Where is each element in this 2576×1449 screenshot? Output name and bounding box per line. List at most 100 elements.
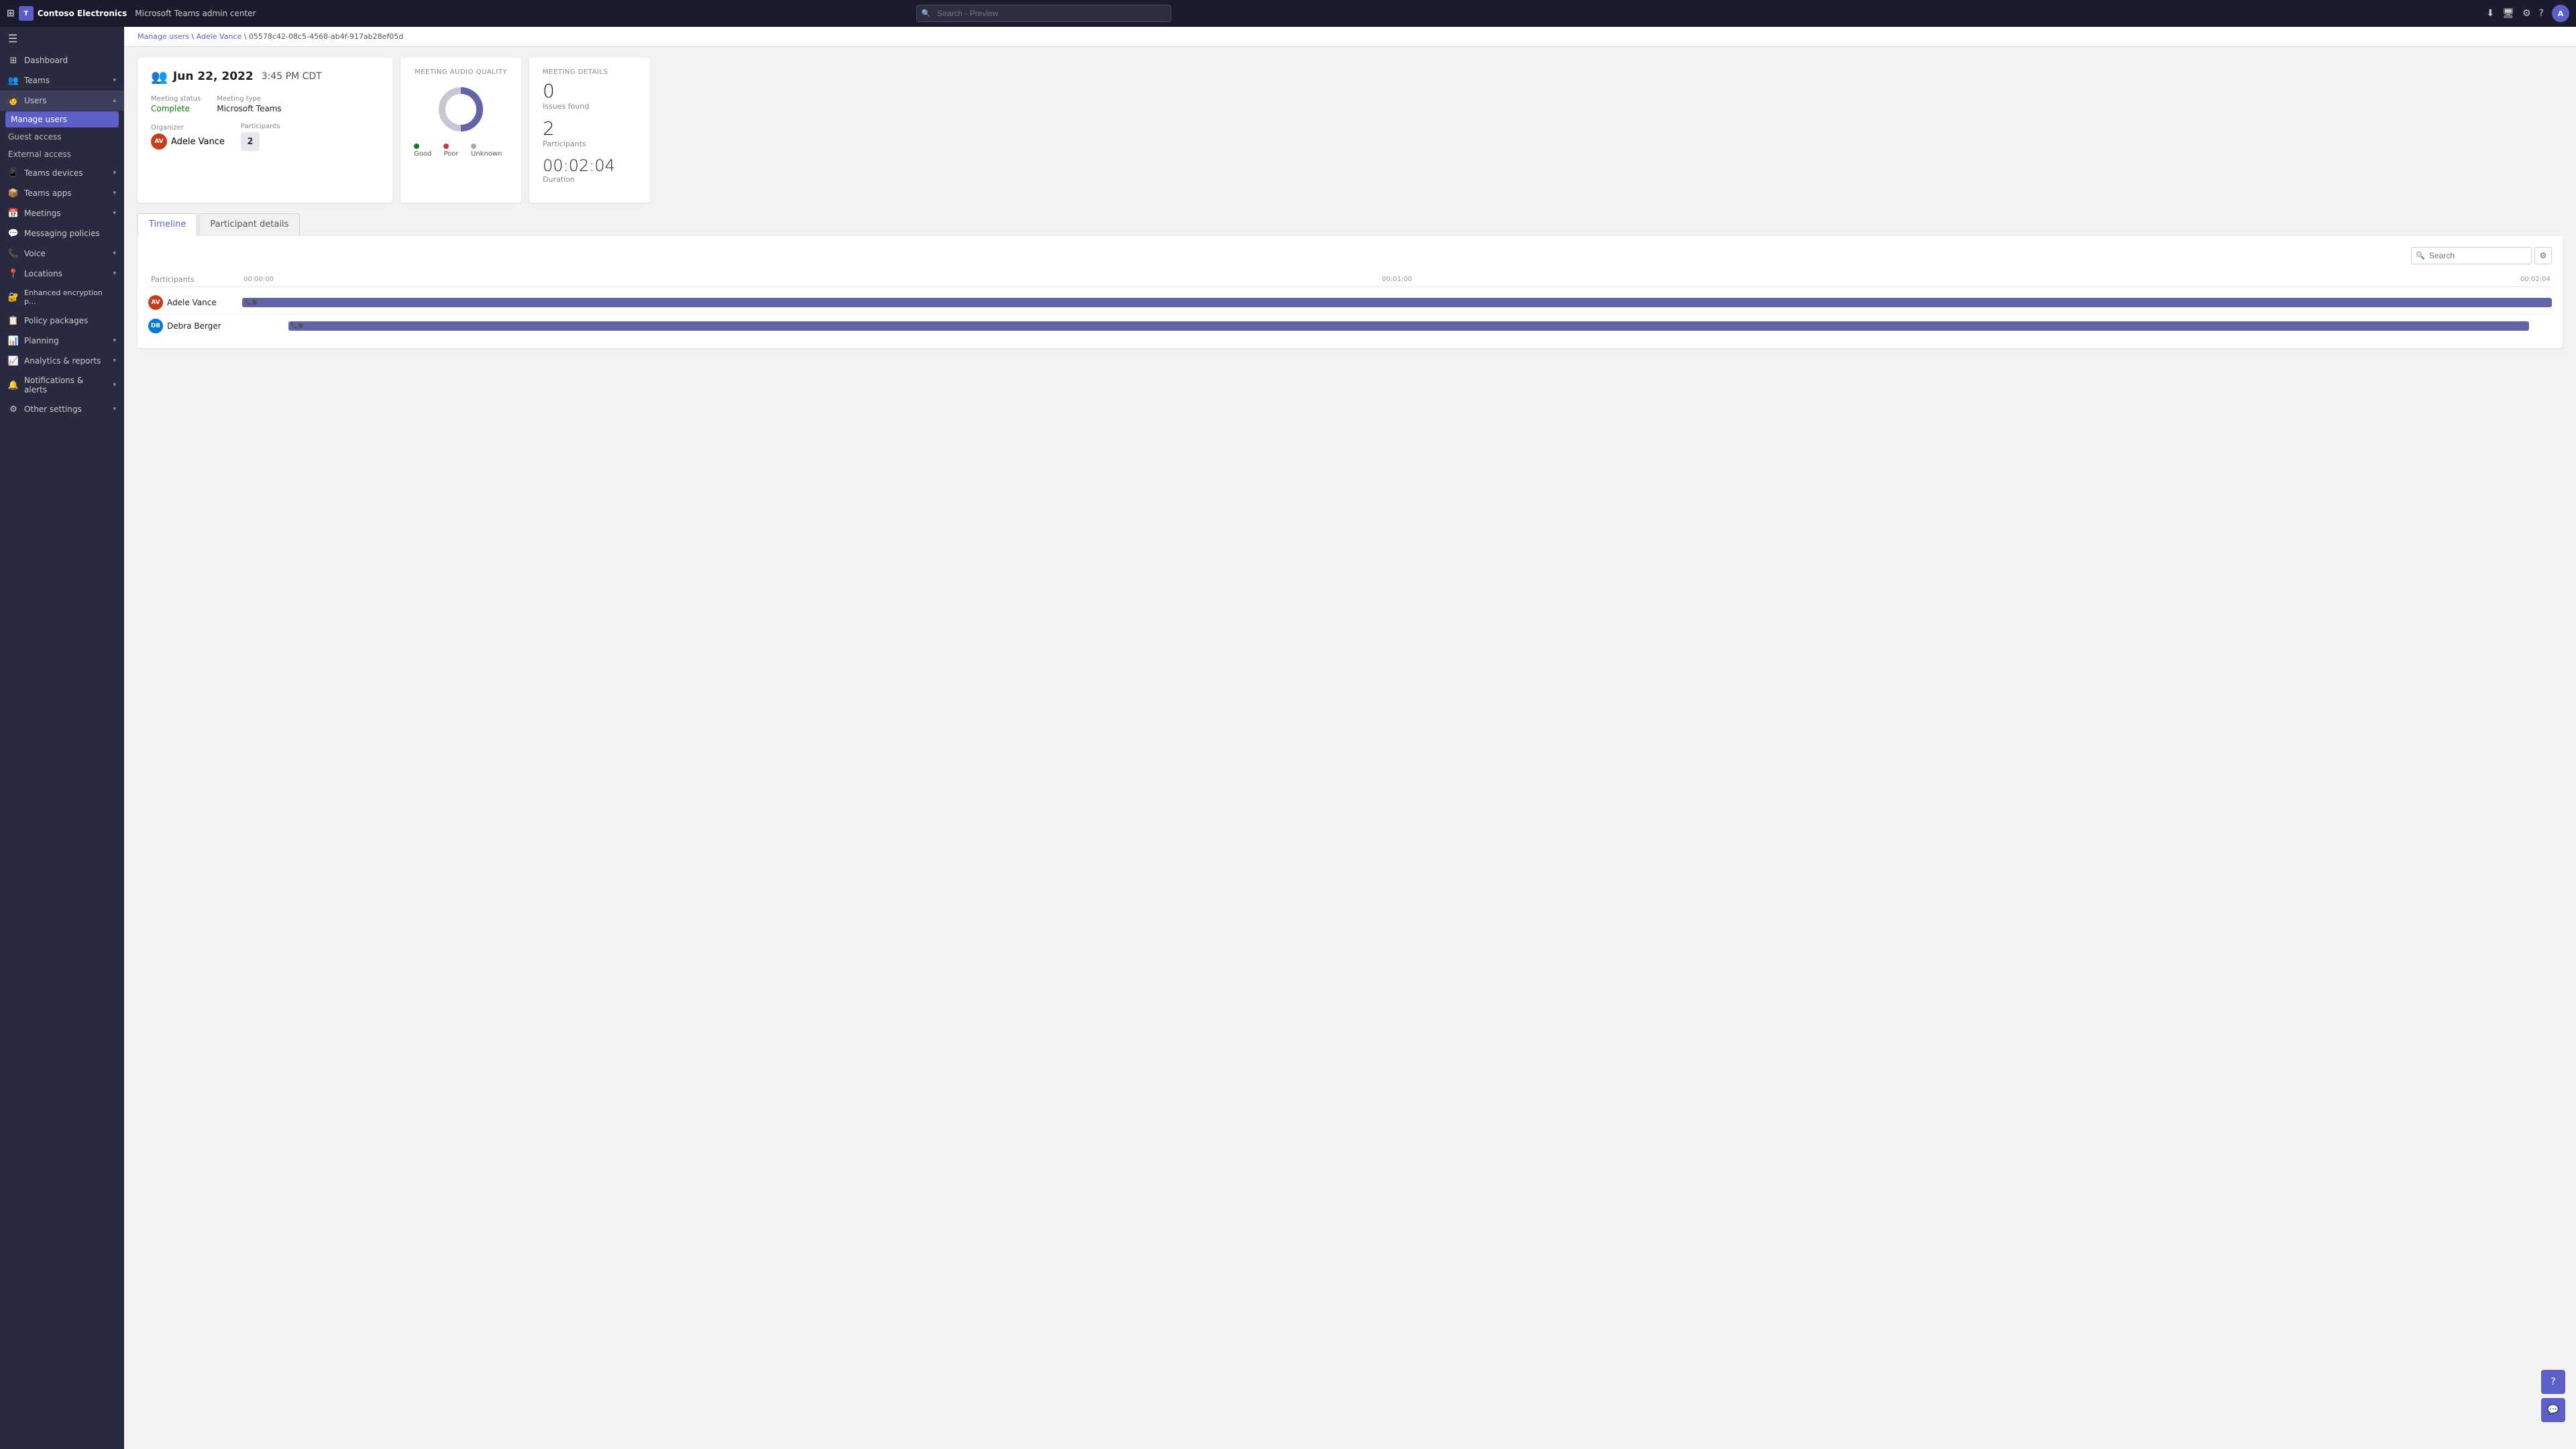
- topbar: ⊞ T Contoso Electronics Microsoft Teams …: [0, 0, 2576, 27]
- sidebar-item-other[interactable]: ⚙ Other settings ▾: [0, 399, 124, 419]
- chevron-down-icon: ▾: [113, 406, 116, 413]
- adele-bar-area: 📞 🎥: [242, 296, 2552, 309]
- sidebar-item-planning[interactable]: 📊 Planning ▾: [0, 331, 124, 351]
- chevron-down-icon: ▾: [113, 382, 116, 388]
- audio-quality-card: MEETING AUDIO QUALITY: [400, 58, 521, 203]
- debra-avatar: DB: [148, 319, 163, 333]
- participant-col-adele: AV Adele Vance: [148, 295, 242, 310]
- grid-icon[interactable]: ⊞: [7, 8, 15, 19]
- adele-timeline-bar[interactable]: 📞 🎥: [242, 298, 2552, 307]
- meeting-type-label: Meeting type: [217, 95, 281, 103]
- floating-chat-button[interactable]: 💬: [2541, 1398, 2565, 1422]
- sidebar-item-dashboard[interactable]: ⊞ Dashboard: [0, 50, 124, 70]
- sidebar-label-analytics: Analytics & reports: [24, 356, 107, 366]
- timeline-search-input[interactable]: [2411, 247, 2532, 264]
- search-input[interactable]: [916, 5, 1171, 22]
- chevron-down-icon: ▾: [113, 337, 116, 344]
- sidebar-item-policy[interactable]: 📋 Policy packages: [0, 311, 124, 331]
- breadcrumb-separator2: \: [244, 32, 249, 41]
- download-icon[interactable]: ⬇: [2486, 8, 2494, 19]
- chevron-down-icon: ▾: [113, 77, 116, 84]
- user-avatar[interactable]: A: [2552, 5, 2569, 22]
- sidebar-item-meetings[interactable]: 📅 Meetings ▾: [0, 203, 124, 223]
- donut-legend: Good Poor Unknown: [414, 143, 508, 158]
- chevron-down-icon: ▾: [113, 170, 116, 176]
- meeting-status-label: Meeting status: [151, 95, 201, 103]
- global-search[interactable]: 🔍: [916, 5, 1171, 22]
- sidebar-label-policy: Policy packages: [24, 316, 116, 325]
- chevron-down-icon: ▾: [113, 270, 116, 277]
- external-access-label: External access: [8, 150, 71, 159]
- sidebar-item-teams-apps[interactable]: 📦 Teams apps ▾: [0, 183, 124, 203]
- breadcrumb-adele-vance[interactable]: Adele Vance: [197, 32, 242, 41]
- logo-area: ⊞ T Contoso Electronics Microsoft Teams …: [7, 6, 256, 21]
- debra-bar-area: 📞 🎥: [242, 319, 2552, 333]
- good-dot: [414, 144, 419, 149]
- meeting-details-title: MEETING DETAILS: [543, 68, 637, 76]
- sidebar-label-notifications: Notifications & alerts: [24, 376, 107, 394]
- participants-col-header: Participants: [148, 275, 242, 284]
- legend-good: Good: [414, 143, 438, 158]
- sidebar-label-messaging: Messaging policies: [24, 229, 116, 238]
- sidebar-item-voice[interactable]: 📞 Voice ▾: [0, 244, 124, 264]
- main-layout: ☰ ⊞ Dashboard 👥 Teams ▾ 🧑 Users ▴ Manage…: [0, 27, 2576, 1449]
- sidebar-item-teams-devices[interactable]: 📱 Teams devices ▾: [0, 163, 124, 183]
- organizer-info: AV Adele Vance: [151, 133, 225, 150]
- sidebar-label-voice: Voice: [24, 249, 107, 258]
- sidebar-item-locations[interactable]: 📍 Locations ▾: [0, 264, 124, 284]
- poor-dot: [443, 144, 449, 149]
- time-marker-0: 00:00:00: [244, 276, 274, 283]
- sidebar-label-teams: Teams: [24, 76, 107, 85]
- sidebar-item-messaging[interactable]: 💬 Messaging policies: [0, 223, 124, 244]
- sidebar-label-locations: Locations: [24, 269, 107, 278]
- app-name: Microsoft Teams admin center: [135, 9, 256, 18]
- debra-timeline-bar[interactable]: 📞 🎥: [288, 321, 2529, 331]
- hamburger-button[interactable]: ☰: [0, 27, 124, 50]
- sidebar-item-guest-access[interactable]: Guest access: [0, 128, 124, 146]
- bar-video-icon2: 🎥: [298, 323, 304, 329]
- audio-quality-title: MEETING AUDIO QUALITY: [415, 68, 507, 76]
- poor-label: Poor: [443, 150, 458, 158]
- floating-help-button[interactable]: ?: [2541, 1370, 2565, 1394]
- issues-count: 0: [543, 81, 637, 102]
- policy-icon: 📋: [8, 315, 19, 326]
- users-icon: 🧑: [8, 95, 19, 106]
- settings-icon[interactable]: ⚙: [2522, 8, 2531, 19]
- teams-icon: 👥: [8, 75, 19, 86]
- meeting-time: 3:45 PM CDT: [262, 71, 322, 82]
- analytics-icon: 📈: [8, 356, 19, 366]
- tabs-bar: Timeline Participant details: [138, 213, 2563, 236]
- main-content: Manage users \ Adele Vance \ 05578c42-08…: [124, 27, 2576, 1449]
- timeline-search[interactable]: 🔍: [2411, 247, 2532, 264]
- meeting-datetime: 👥 Jun 22, 2022 3:45 PM CDT: [151, 68, 379, 85]
- timeline-filter-button[interactable]: ⚙: [2534, 247, 2552, 264]
- tab-participant-details[interactable]: Participant details: [199, 213, 300, 236]
- sidebar-item-manage-users[interactable]: Manage users: [5, 111, 119, 127]
- sidebar-label-users: Users: [24, 96, 107, 105]
- legend-unknown: Unknown: [471, 143, 508, 158]
- meeting-details-card: MEETING DETAILS 0 Issues found 2 Partici…: [529, 58, 650, 203]
- bar-phone-icon2: 📞: [291, 323, 298, 329]
- help-icon[interactable]: ?: [2539, 8, 2544, 19]
- sidebar-item-analytics[interactable]: 📈 Analytics & reports ▾: [0, 351, 124, 371]
- breadcrumb-manage-users[interactable]: Manage users: [138, 32, 189, 41]
- voice-icon: 📞: [8, 248, 19, 259]
- donut-chart: [434, 83, 488, 136]
- sidebar-item-users[interactable]: 🧑 Users ▴: [0, 91, 124, 111]
- breadcrumb-guid: 05578c42-08c5-4568-ab4f-917ab28ef05d: [249, 32, 403, 41]
- tab-timeline[interactable]: Timeline: [138, 213, 197, 236]
- unknown-dot: [471, 144, 476, 149]
- search-icon: 🔍: [922, 9, 931, 18]
- encryption-icon: 🔐: [8, 292, 19, 303]
- window-icon[interactable]: 🖥: [2502, 8, 2514, 19]
- meetings-icon: 📅: [8, 208, 19, 219]
- planning-icon: 📊: [8, 335, 19, 346]
- timeline-scale: 00:00:00 00:01:00 00:02:04: [242, 276, 2552, 283]
- sidebar-item-encryption[interactable]: 🔐 Enhanced encryption p...: [0, 284, 124, 311]
- sidebar-item-external-access[interactable]: External access: [0, 146, 124, 163]
- teams-logo-icon: T: [19, 6, 34, 21]
- sidebar-item-notifications[interactable]: 🔔 Notifications & alerts ▾: [0, 371, 124, 399]
- sidebar-item-teams[interactable]: 👥 Teams ▾: [0, 70, 124, 91]
- chevron-down-icon: ▾: [113, 210, 116, 217]
- duration-value: 00:02:04: [543, 156, 637, 175]
